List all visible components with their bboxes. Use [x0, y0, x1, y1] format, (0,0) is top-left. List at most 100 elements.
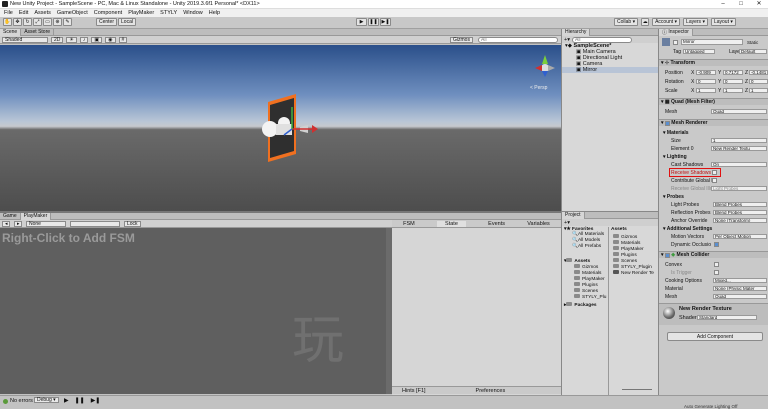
favorites-item[interactable]: 🔍All Prefabs: [562, 244, 608, 250]
receive-shadows-checkbox[interactable]: [712, 170, 717, 175]
tab-events[interactable]: Events: [488, 221, 505, 227]
grid-toggle-icon[interactable]: #: [118, 36, 128, 43]
renderer-enabled-checkbox[interactable]: [664, 120, 670, 126]
tab-project[interactable]: Project: [562, 211, 585, 219]
minimize-icon[interactable]: –: [714, 0, 732, 9]
tab-playmaker[interactable]: PlayMaker: [20, 212, 52, 220]
shader-dropdown[interactable]: Standard: [697, 315, 757, 320]
account-dropdown[interactable]: Account ▾: [652, 18, 681, 26]
cast-shadows-dropdown[interactable]: On: [711, 162, 767, 167]
menu-window[interactable]: Window: [183, 10, 203, 16]
move-tool-icon[interactable]: ✥: [13, 18, 22, 26]
menu-help[interactable]: Help: [209, 10, 220, 16]
tab-asset-store[interactable]: Asset Store: [21, 28, 55, 36]
play-button[interactable]: ▶: [356, 18, 367, 26]
static-toggle[interactable]: Static: [747, 40, 758, 45]
menu-styly[interactable]: STYLY: [160, 10, 177, 16]
step-button[interactable]: ▶❚: [380, 18, 391, 26]
pause-button[interactable]: ❚❚: [368, 18, 379, 26]
asset-item[interactable]: New Render Te: [610, 270, 658, 276]
menu-assets[interactable]: Assets: [34, 10, 51, 16]
contribute-gi-checkbox[interactable]: [712, 178, 717, 183]
meshcollider-header[interactable]: ▾ ◈ Mesh Collider: [659, 251, 768, 258]
hierarchy-item-selected[interactable]: ▣ Mirror: [562, 67, 658, 73]
gameobject-dropdown[interactable]: None: [26, 220, 66, 227]
convex-checkbox[interactable]: [714, 262, 719, 267]
fsm-dropdown[interactable]: [70, 220, 120, 227]
position-z-field[interactable]: -0.1481: [749, 70, 768, 75]
tag-dropdown[interactable]: Untagged: [683, 49, 715, 54]
menu-gameobject[interactable]: GameObject: [57, 10, 88, 16]
preferences-button[interactable]: Preferences: [476, 388, 506, 394]
pivot-toggle[interactable]: Center: [96, 18, 118, 26]
layout-dropdown[interactable]: Layout ▾: [710, 18, 736, 26]
additional-foldout[interactable]: ▾ Additional Settings: [663, 226, 712, 232]
collider-mesh-field[interactable]: Quad: [713, 294, 767, 299]
reflection-probes-dropdown[interactable]: Blend Probes: [713, 210, 767, 215]
tab-variables[interactable]: Variables: [527, 221, 550, 227]
create-plus-icon[interactable]: +▾: [564, 220, 570, 226]
add-component-button[interactable]: Add Component: [667, 332, 763, 341]
cooking-options-dropdown[interactable]: Mixed...: [713, 278, 767, 283]
scale-x-field[interactable]: 1: [696, 88, 716, 93]
2d-toggle[interactable]: 2D: [51, 36, 64, 43]
element-field[interactable]: New Render Textu: [711, 146, 767, 151]
back-arrow-icon[interactable]: ◂: [2, 220, 10, 227]
tab-hierarchy[interactable]: Hierarchy: [562, 28, 591, 36]
rotate-tool-icon[interactable]: ↻: [23, 18, 32, 26]
shading-dropdown[interactable]: Shaded: [2, 36, 48, 43]
position-x-field[interactable]: -0.909: [696, 70, 716, 75]
object-name-field[interactable]: Mirror: [681, 39, 743, 45]
meshrenderer-header[interactable]: ▾ Mesh Renderer: [659, 119, 768, 126]
forward-arrow-icon[interactable]: ▸: [14, 220, 22, 227]
effects-toggle-icon[interactable]: ▣: [91, 36, 103, 43]
hand-tool-icon[interactable]: ✋: [3, 18, 12, 26]
zoom-slider[interactable]: [622, 389, 652, 390]
play-icon[interactable]: ▶: [64, 397, 69, 404]
rect-tool-icon[interactable]: ▭: [43, 18, 52, 26]
pause-icon[interactable]: ❚❚: [75, 397, 85, 404]
probes-foldout[interactable]: ▾ Probes: [663, 194, 684, 200]
meshfilter-header[interactable]: ▾ ▦ Quad (Mesh Filter): [659, 98, 768, 105]
gizmos-dropdown[interactable]: Gizmos: [450, 37, 473, 43]
create-plus-icon[interactable]: +▾: [564, 37, 570, 43]
scale-tool-icon[interactable]: ⤢: [33, 18, 42, 26]
tab-game[interactable]: Game: [0, 212, 21, 220]
tab-state[interactable]: State: [437, 220, 466, 227]
cloud-icon[interactable]: ☁: [641, 18, 650, 26]
rotation-x-field[interactable]: 0: [696, 79, 716, 84]
materials-foldout[interactable]: ▾ Materials: [663, 130, 689, 136]
collider-enabled-checkbox[interactable]: [664, 252, 670, 258]
errors-label[interactable]: No errors: [10, 398, 33, 404]
scene-search-input[interactable]: All: [478, 37, 558, 43]
receive-gi-dropdown[interactable]: Light Probes: [711, 186, 767, 191]
transform-header[interactable]: ▾ ⊹ Transform: [659, 59, 768, 66]
orientation-gizmo[interactable]: [535, 55, 555, 77]
tree-item[interactable]: STYLY_Plu: [562, 294, 608, 300]
rotation-z-field[interactable]: 0: [749, 79, 768, 84]
rotation-y-field[interactable]: 0: [723, 79, 743, 84]
lighting-foldout[interactable]: ▾ Lighting: [663, 154, 687, 160]
menu-edit[interactable]: Edit: [19, 10, 28, 16]
custom-tool-icon[interactable]: ✎: [63, 18, 72, 26]
menu-component[interactable]: Component: [94, 10, 122, 16]
tab-fsm[interactable]: FSM: [403, 221, 415, 227]
anchor-override-field[interactable]: None (Transform): [713, 218, 767, 223]
lock-toggle[interactable]: Lock: [124, 220, 141, 227]
menu-file[interactable]: File: [4, 10, 13, 16]
debug-dropdown[interactable]: Debug ▾: [34, 397, 59, 403]
dynamic-occlusion-checkbox[interactable]: [714, 242, 719, 247]
size-field[interactable]: 1: [711, 138, 767, 143]
tab-inspector[interactable]: ⓘ Inspector: [659, 28, 693, 36]
tab-scene[interactable]: Scene: [0, 28, 22, 36]
scale-z-field[interactable]: 1: [749, 88, 768, 93]
space-toggle[interactable]: Local: [118, 18, 136, 26]
playmaker-graph[interactable]: Right-Click to Add FSM 玩: [0, 228, 392, 394]
scene-view[interactable]: < Persp: [0, 45, 561, 211]
scale-y-field[interactable]: 1: [723, 88, 743, 93]
maximize-icon[interactable]: □: [732, 0, 750, 9]
visibility-toggle-icon[interactable]: ◉: [105, 36, 116, 43]
is-trigger-checkbox[interactable]: [714, 270, 719, 275]
lighting-toggle-icon[interactable]: ☀: [66, 36, 77, 43]
motion-vectors-dropdown[interactable]: Per Object Motion: [713, 234, 767, 239]
